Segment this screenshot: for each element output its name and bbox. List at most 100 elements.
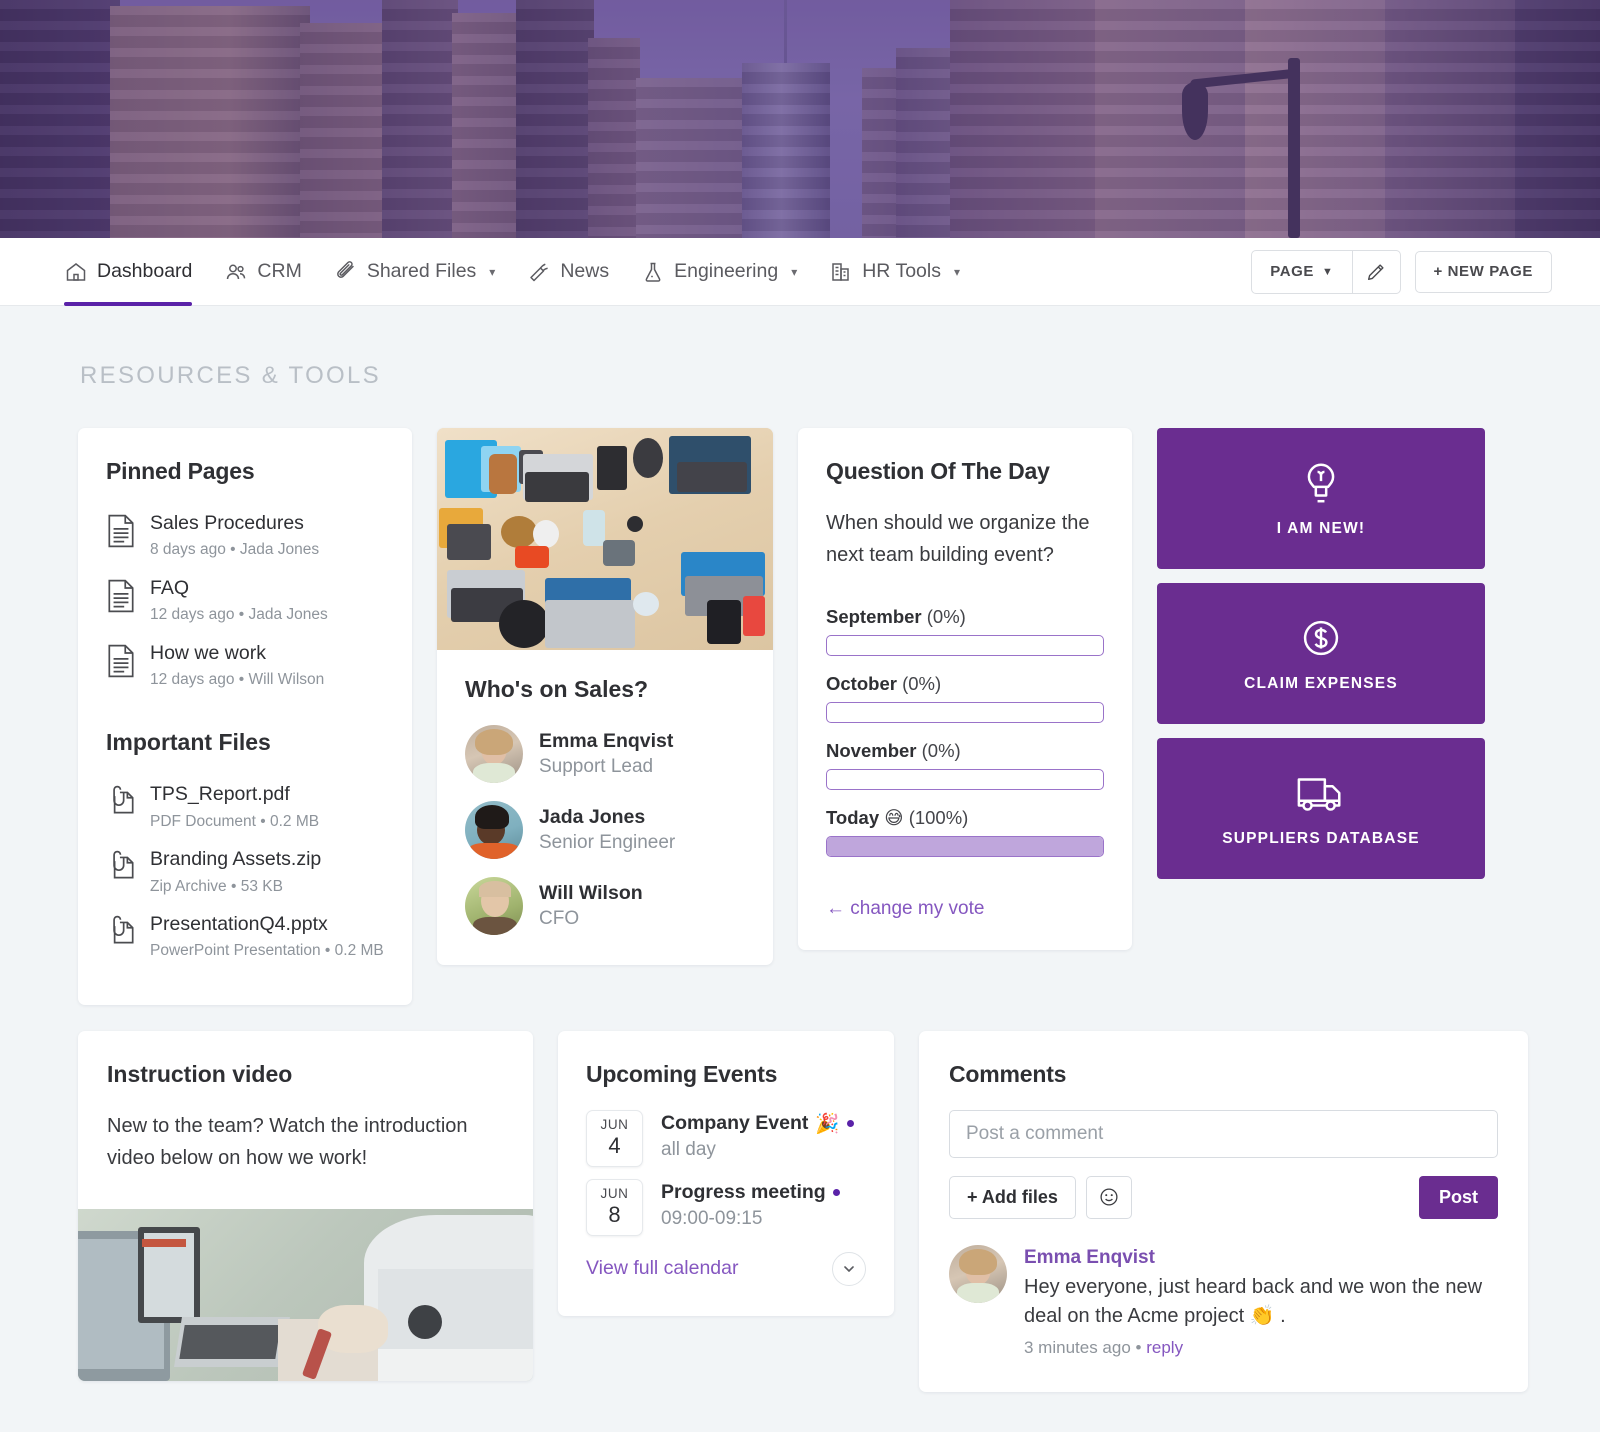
comment-time: 3 minutes ago xyxy=(1024,1338,1131,1358)
page-dropdown-button[interactable]: PAGE ▼ xyxy=(1252,251,1351,293)
video-description: New to the team? Watch the introduction … xyxy=(107,1114,468,1170)
dollar-circle-icon xyxy=(1303,620,1339,655)
pinned-pages-card: Pinned Pages Sales Procedures 8 days ago… xyxy=(78,428,412,1005)
avatar xyxy=(465,725,523,783)
pinned-pages-heading: Pinned Pages xyxy=(106,458,255,484)
page-dropdown-label: PAGE xyxy=(1270,263,1314,280)
comment-reply-link[interactable]: reply xyxy=(1146,1338,1183,1357)
comment-text: Hey everyone, just heard back and we won… xyxy=(1024,1276,1483,1328)
event-month: JUN xyxy=(600,1186,629,1202)
document-icon xyxy=(108,644,134,677)
event-title: Progress meeting xyxy=(661,1180,826,1203)
event-title-row: Progress meeting xyxy=(661,1179,840,1206)
page-actions-group: PAGE ▼ xyxy=(1251,249,1401,294)
comment-meta: 3 minutes ago • reply xyxy=(1024,1338,1498,1358)
poll-option-fill xyxy=(827,836,1103,856)
list-item-meta: 8 days ago • Jada Jones xyxy=(150,541,320,559)
poll-option-october[interactable]: October (0%) xyxy=(826,673,1104,723)
list-item-title: TPS_Report.pdf xyxy=(150,783,290,806)
home-icon xyxy=(66,262,86,281)
attachment-file-icon xyxy=(113,915,134,944)
nav-tab-list: Dashboard CRM Shared Files ▾ News Engine… xyxy=(64,238,976,306)
poll-question: When should we organize the next team bu… xyxy=(826,512,1090,567)
tile-claim-expenses[interactable]: CLAIM EXPENSES xyxy=(1157,583,1485,724)
document-icon xyxy=(108,579,134,613)
nav-tab-dashboard[interactable]: Dashboard xyxy=(64,238,208,306)
list-item-meta: 12 days ago • Jada Jones xyxy=(150,606,328,624)
poll-option-september[interactable]: September (0%) xyxy=(826,606,1104,656)
poll-option-bar xyxy=(826,701,1104,723)
poll-option-percent: (100%) xyxy=(908,806,969,828)
hero-banner xyxy=(0,0,1600,238)
important-files-list: TPS_Report.pdf PDF Document • 0.2 MB Bra… xyxy=(106,778,384,970)
nav-tab-shared-files[interactable]: Shared Files ▾ xyxy=(318,238,512,306)
nav-tab-label: Shared Files xyxy=(366,260,477,282)
event-title: Company Event xyxy=(661,1111,809,1134)
pencil-icon xyxy=(1367,263,1384,280)
member-name: Emma Enqvist xyxy=(539,730,674,753)
comment-input[interactable] xyxy=(949,1109,1498,1158)
list-item[interactable]: JUN 8 Progress meeting 09:00-09:15 xyxy=(586,1178,866,1236)
poll-option-november[interactable]: November (0%) xyxy=(826,740,1104,790)
list-item-title: PresentationQ4.pptx xyxy=(150,913,328,936)
instruction-video-card: Instruction video New to the team? Watch… xyxy=(78,1030,533,1381)
poll-option-name: October xyxy=(826,672,897,694)
nav-tab-label: Dashboard xyxy=(97,260,193,282)
event-time: all day xyxy=(661,1139,716,1161)
member-role: CFO xyxy=(539,908,580,930)
tile-suppliers-database[interactable]: SUPPLIERS DATABASE xyxy=(1157,738,1485,879)
smiley-icon xyxy=(1100,1188,1118,1206)
nav-tab-engineering[interactable]: Engineering ▾ xyxy=(625,238,813,306)
list-item[interactable]: Sales Procedures 8 days ago • Jada Jones xyxy=(106,507,384,570)
add-files-button[interactable]: + Add files xyxy=(949,1175,1076,1219)
list-item[interactable]: JUN 4 Company Event 🎉 all day xyxy=(586,1109,866,1167)
flask-icon xyxy=(645,262,661,282)
poll-option-today[interactable]: Today 😅 (100%) xyxy=(826,807,1104,857)
list-item[interactable]: TPS_Report.pdf PDF Document • 0.2 MB xyxy=(106,778,384,841)
list-item[interactable]: Will Wilson CFO xyxy=(465,877,745,935)
main-navigation: Dashboard CRM Shared Files ▾ News Engine… xyxy=(0,238,1600,306)
event-month: JUN xyxy=(600,1117,629,1133)
main-content: RESOURCES & TOOLS Pinned Pages Sales Pro… xyxy=(0,362,1600,1432)
comment-author[interactable]: Emma Enqvist xyxy=(1024,1245,1498,1272)
list-item[interactable]: FAQ 12 days ago • Jada Jones xyxy=(106,572,384,635)
list-item[interactable]: Branding Assets.zip Zip Archive • 53 KB xyxy=(106,843,384,906)
comment-actions: + Add files Post xyxy=(949,1175,1498,1219)
nav-tab-label: News xyxy=(560,260,610,282)
question-of-the-day-card: Question Of The Day When should we organ… xyxy=(798,428,1132,950)
comment-separator: • xyxy=(1135,1338,1142,1358)
nav-tab-news[interactable]: News xyxy=(511,238,625,306)
event-title-row: Company Event 🎉 xyxy=(661,1110,854,1137)
people-icon xyxy=(227,264,246,279)
building-icon xyxy=(832,262,849,281)
post-comment-button[interactable]: Post xyxy=(1418,1175,1498,1219)
list-item[interactable]: How we work 12 days ago • Will Wilson xyxy=(106,637,384,700)
poll-option-percent: (0%) xyxy=(902,672,942,694)
list-item[interactable]: Jada Jones Senior Engineer xyxy=(465,801,745,859)
party-popper-emoji: 🎉 xyxy=(815,1111,840,1135)
top-widget-grid: Pinned Pages Sales Procedures 8 days ago… xyxy=(78,428,1528,1005)
video-thumbnail[interactable] xyxy=(78,1208,533,1381)
member-name: Jada Jones xyxy=(539,806,646,829)
new-page-button[interactable]: + NEW PAGE xyxy=(1414,250,1552,293)
event-day: 4 xyxy=(608,1133,621,1159)
avatar xyxy=(949,1244,1007,1303)
event-time: 09:00-09:15 xyxy=(661,1208,763,1230)
list-item[interactable]: PresentationQ4.pptx PowerPoint Presentat… xyxy=(106,908,384,971)
edit-page-button[interactable] xyxy=(1351,250,1400,293)
chevron-down-icon: ▾ xyxy=(791,264,798,279)
chevron-down-icon: ▾ xyxy=(953,264,961,279)
list-item[interactable]: Emma Enqvist Support Lead xyxy=(465,725,745,783)
bottom-widget-grid: Instruction video New to the team? Watch… xyxy=(78,1030,1528,1393)
change-vote-link[interactable]: ← change my vote xyxy=(826,898,984,920)
avatar xyxy=(465,801,523,859)
nav-tab-hr-tools[interactable]: HR Tools ▾ xyxy=(813,238,976,306)
member-role: Support Lead xyxy=(539,756,654,778)
emoji-picker-button[interactable] xyxy=(1085,1175,1132,1219)
poll-option-name: Today xyxy=(826,806,880,828)
view-full-calendar-link[interactable]: View full calendar xyxy=(586,1257,738,1280)
upcoming-events-card: Upcoming Events JUN 4 Company Event 🎉 al… xyxy=(558,1030,894,1316)
tile-i-am-new[interactable]: I AM NEW! xyxy=(1157,428,1485,569)
nav-tab-crm[interactable]: CRM xyxy=(208,238,317,306)
expand-events-button[interactable] xyxy=(832,1251,866,1286)
